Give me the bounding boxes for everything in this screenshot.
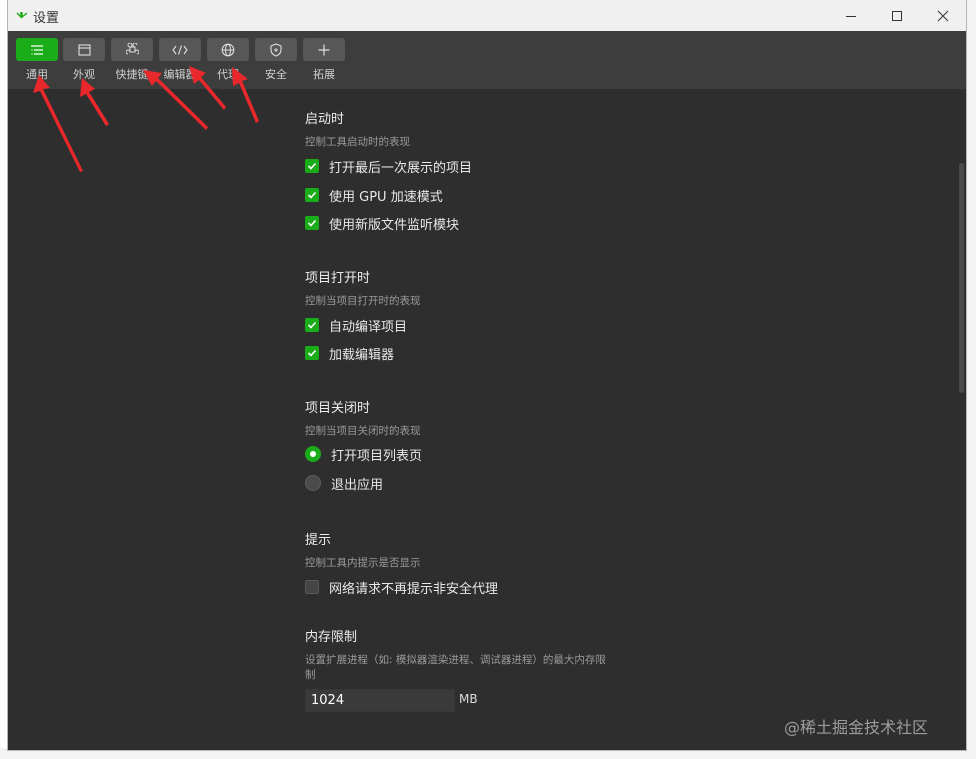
annotation-arrows	[33, 66, 259, 172]
annotation-arrow	[33, 75, 83, 172]
annotation-arrow	[80, 78, 109, 126]
watermark: @稀土掘金技术社区	[784, 718, 929, 737]
annotation-arrow	[189, 66, 226, 110]
annotation-arrow	[232, 67, 259, 123]
